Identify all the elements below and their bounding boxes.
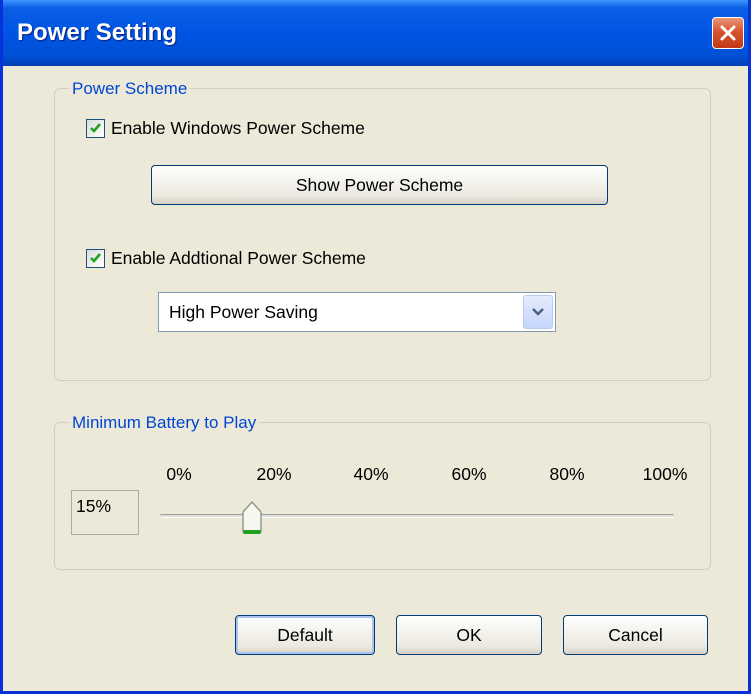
- power-scheme-dropdown[interactable]: High Power Saving: [158, 292, 556, 332]
- battery-slider-thumb[interactable]: [241, 500, 263, 536]
- ok-button[interactable]: OK: [396, 615, 542, 655]
- battery-value-text: 15%: [76, 496, 112, 516]
- tick-label-20: 20%: [256, 464, 292, 484]
- enable-additional-checkbox[interactable]: [86, 249, 105, 268]
- battery-slider-track[interactable]: [160, 514, 674, 518]
- enable-windows-label: Enable Windows Power Scheme: [111, 118, 365, 138]
- close-icon: [720, 25, 736, 41]
- battery-value-display: 15%: [71, 490, 139, 535]
- checkmark-icon: [90, 253, 101, 263]
- title-bar[interactable]: Power Setting: [3, 0, 748, 66]
- minimum-battery-group: [54, 422, 711, 570]
- tick-label-40: 40%: [353, 464, 389, 484]
- minimum-battery-legend: Minimum Battery to Play: [69, 413, 260, 433]
- show-power-scheme-button[interactable]: Show Power Scheme: [151, 165, 608, 205]
- tick-label-100: 100%: [642, 464, 688, 484]
- enable-windows-checkbox[interactable]: [86, 119, 105, 138]
- dropdown-arrow-button[interactable]: [523, 295, 553, 329]
- enable-additional-power-scheme[interactable]: Enable Addtional Power Scheme: [86, 248, 446, 270]
- power-setting-dialog: Power Setting Power Scheme Enable Window…: [0, 0, 751, 694]
- chevron-down-icon: [532, 308, 544, 316]
- close-button[interactable]: [712, 17, 744, 49]
- tick-label-0: 0%: [166, 464, 192, 484]
- enable-additional-label: Enable Addtional Power Scheme: [111, 248, 366, 268]
- dropdown-selected-value: High Power Saving: [169, 302, 318, 322]
- enable-windows-power-scheme[interactable]: Enable Windows Power Scheme: [86, 118, 446, 140]
- tick-label-60: 60%: [451, 464, 487, 484]
- window-title: Power Setting: [17, 19, 178, 46]
- power-scheme-legend: Power Scheme: [69, 79, 191, 99]
- default-button[interactable]: Default: [235, 615, 375, 655]
- cancel-button[interactable]: Cancel: [563, 615, 708, 655]
- tick-label-80: 80%: [549, 464, 585, 484]
- checkmark-icon: [90, 123, 101, 133]
